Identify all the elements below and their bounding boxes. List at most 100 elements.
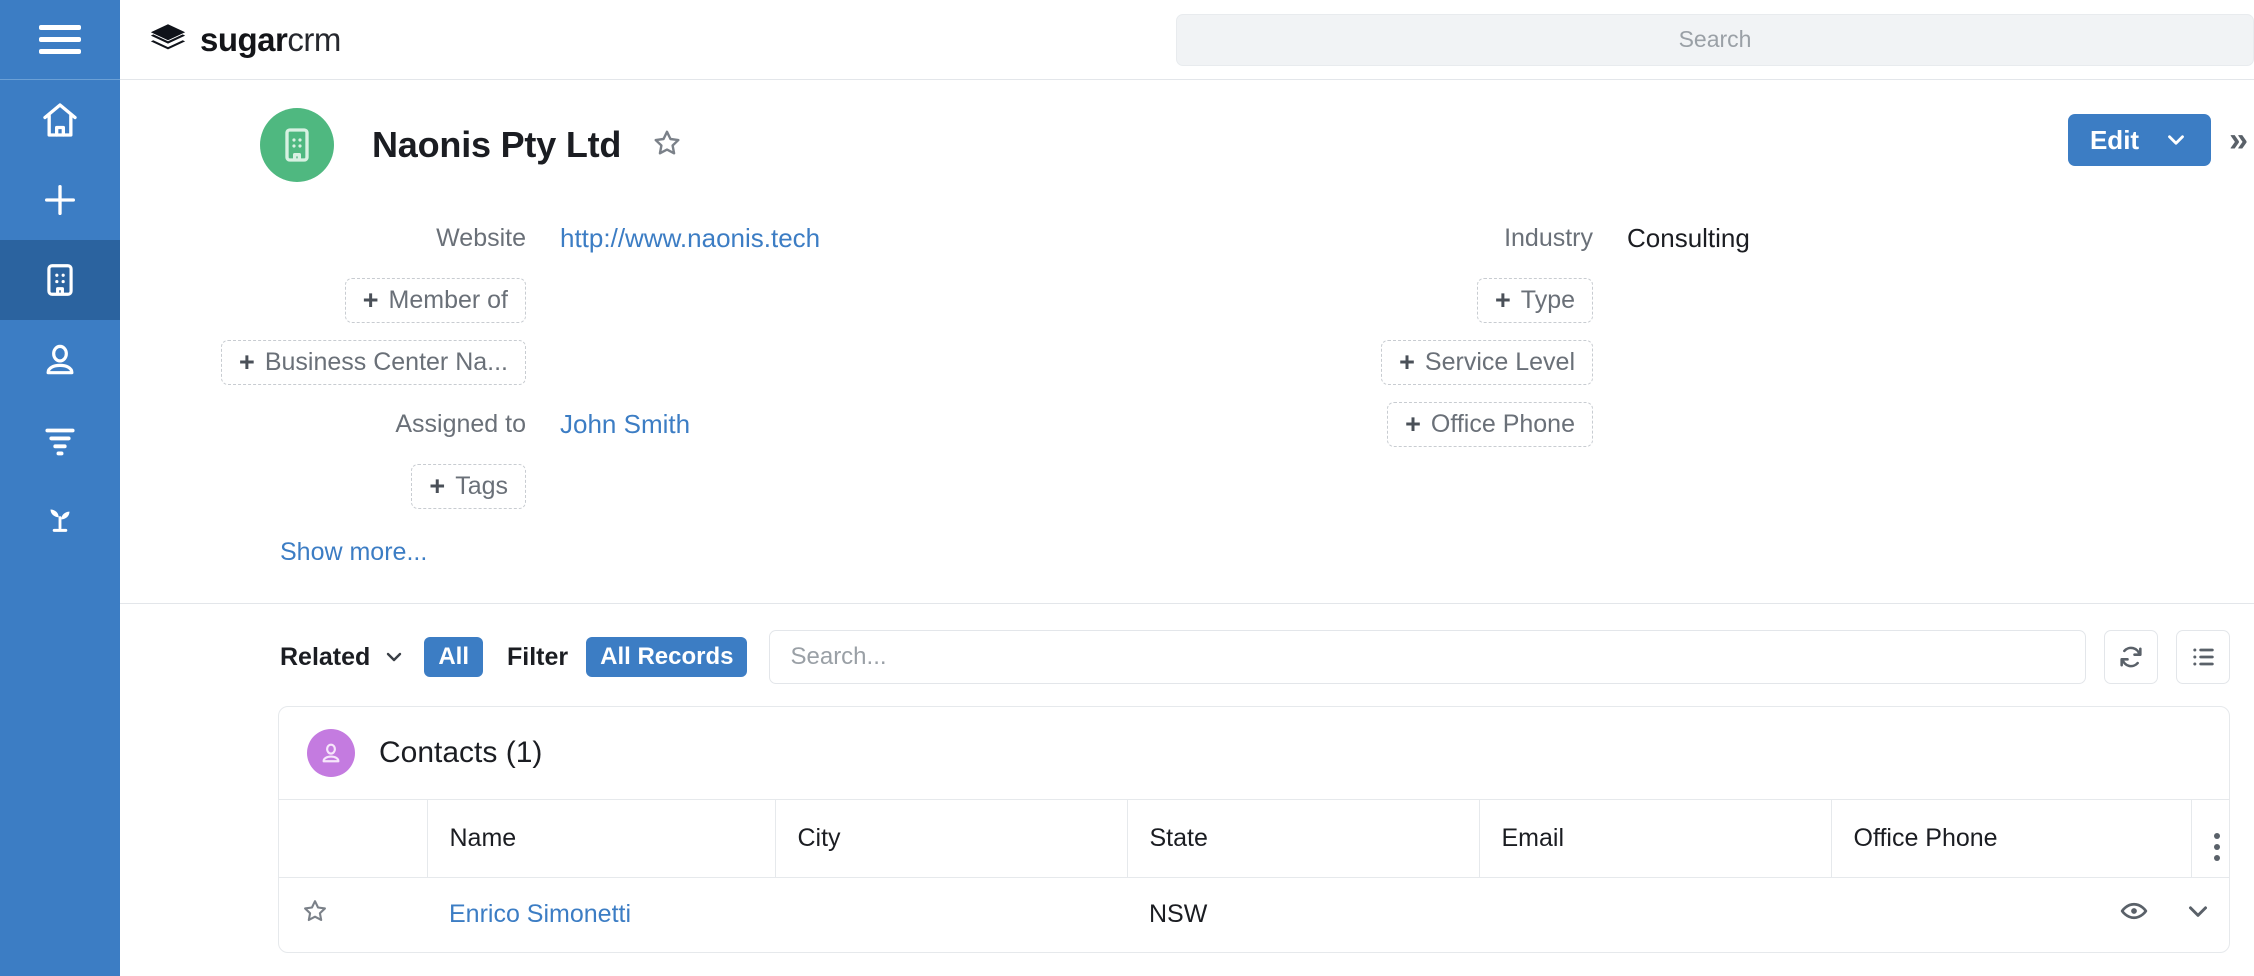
sidebar-item-leads[interactable] — [0, 400, 120, 480]
row-actions — [2120, 896, 2225, 933]
favorite-star-icon[interactable] — [651, 127, 683, 164]
table-row[interactable]: Enrico Simonetti NSW — [279, 877, 2229, 952]
add-member-of-button[interactable]: + Member of — [344, 277, 526, 323]
table-header-row: Name City State Email Office Phone — [279, 799, 2229, 878]
sidebar-item-home[interactable] — [0, 80, 120, 160]
sidebar-item-accounts[interactable] — [0, 240, 120, 320]
col-header-state[interactable]: State — [1127, 799, 1480, 878]
industry-value: Consulting — [1627, 222, 1750, 253]
contacts-table: Name City State Email Office Phone Enric… — [279, 799, 2229, 952]
cell-state: NSW — [1127, 877, 1479, 952]
main-region: sugarcrm Search Naonis Pty Ltd Edit » We… — [120, 0, 2254, 976]
contacts-panel-title: Contacts (1) — [379, 736, 543, 769]
hamburger-icon — [39, 18, 81, 61]
primary-sidebar — [0, 0, 120, 976]
sidebar-item-opportunities[interactable] — [0, 480, 120, 560]
cell-email — [1479, 877, 1831, 952]
col-header-name[interactable]: Name — [427, 799, 776, 878]
contacts-panel-header: Contacts (1) — [279, 707, 2229, 799]
list-icon — [2193, 648, 2214, 666]
field-placeholder-wrap: + Member of — [120, 277, 560, 323]
sidebar-item-create[interactable] — [0, 160, 120, 240]
sidebar-item-contacts[interactable] — [0, 320, 120, 400]
record-title-wrap: Naonis Pty Ltd — [372, 108, 683, 182]
plus-icon — [45, 185, 76, 215]
plus-icon: + — [362, 284, 379, 315]
global-header: sugarcrm — [120, 0, 2254, 80]
kebab-menu-icon[interactable] — [2213, 832, 2220, 861]
refresh-icon — [2120, 646, 2142, 668]
chevron-down-icon — [2168, 135, 2184, 145]
filter-label: Filter — [506, 642, 569, 671]
show-more-link[interactable]: Show more... — [120, 518, 2254, 567]
col-header-office-phone[interactable]: Office Phone — [1831, 799, 2192, 878]
add-business-center-name-button[interactable]: + Business Center Na... — [221, 339, 526, 385]
add-service-level-button[interactable]: + Service Level — [1381, 339, 1593, 385]
col-header-city[interactable]: City — [775, 799, 1128, 878]
building-icon — [47, 264, 73, 296]
related-toolbar: Related All Filter All Records — [120, 604, 2254, 706]
global-search-input[interactable] — [1176, 13, 2254, 66]
sidebar-item-menu-toggle[interactable] — [0, 0, 120, 80]
sugarcrm-stack-logo — [150, 23, 186, 49]
building-icon — [285, 128, 309, 162]
record-fields-left: Website http://www.naonis.tech + Member … — [120, 208, 1187, 518]
funnel-icon — [45, 428, 75, 456]
contacts-table-body: Enrico Simonetti NSW — [279, 877, 2229, 952]
field-label: Website — [436, 223, 526, 252]
field-business-center-name: + Business Center Na... — [120, 332, 1187, 392]
cell-city — [775, 877, 1127, 952]
record-header: Naonis Pty Ltd Edit » — [120, 80, 2254, 182]
field-placeholder-wrap: + Type — [1187, 277, 1627, 323]
field-website: Website http://www.naonis.tech — [120, 208, 1187, 268]
add-office-phone-button[interactable]: + Office Phone — [1387, 401, 1593, 447]
field-office-phone: + Office Phone — [1187, 394, 2254, 454]
field-placeholder-wrap: + Office Phone — [1187, 401, 1627, 447]
related-all-pill[interactable]: All — [424, 637, 483, 677]
avatar — [260, 108, 334, 182]
plus-icon: + — [429, 470, 446, 501]
field-placeholder-label: Office Phone — [1430, 409, 1575, 438]
field-placeholder-label: Member of — [388, 285, 508, 314]
double-chevron-right-icon[interactable]: » — [2229, 121, 2254, 160]
edit-button[interactable]: Edit — [2067, 114, 2212, 166]
person-icon — [322, 743, 340, 763]
add-type-button[interactable]: + Type — [1477, 277, 1593, 323]
field-label: Industry — [1504, 223, 1593, 252]
brand-text: sugarcrm — [200, 21, 341, 59]
sprout-icon — [50, 509, 70, 532]
record-fields: Website http://www.naonis.tech + Member … — [120, 182, 2254, 518]
global-search-wrap — [341, 13, 2254, 66]
cell-favorite — [279, 877, 427, 952]
field-placeholder-label: Business Center Na... — [264, 347, 508, 376]
refresh-button[interactable] — [2104, 630, 2158, 684]
edit-button-label: Edit — [2089, 124, 2140, 155]
col-header-email[interactable]: Email — [1479, 799, 1832, 878]
assigned-to-link[interactable]: John Smith — [560, 409, 690, 440]
brand-light: crm — [287, 20, 341, 58]
filter-all-records-pill[interactable]: All Records — [586, 637, 748, 677]
chevron-down-icon — [387, 652, 402, 662]
plus-icon: + — [239, 346, 255, 377]
website-link[interactable]: http://www.naonis.tech — [560, 223, 820, 254]
chevron-down-icon[interactable] — [2183, 896, 2213, 933]
sugarcrm-logo[interactable]: sugarcrm — [148, 20, 341, 60]
field-placeholder-wrap: + Service Level — [1187, 339, 1627, 385]
plus-icon: + — [1399, 346, 1415, 377]
home-icon — [43, 103, 77, 137]
field-label: Assigned to — [395, 409, 526, 438]
eye-icon[interactable] — [2119, 896, 2149, 933]
star-outline-icon[interactable] — [301, 900, 329, 931]
field-tags: + Tags — [120, 456, 1187, 516]
contact-name-link[interactable]: Enrico Simonetti — [449, 900, 631, 928]
related-search-input[interactable] — [769, 630, 2086, 684]
add-tags-button[interactable]: + Tags — [411, 463, 526, 509]
field-placeholder-label: Type — [1520, 285, 1575, 314]
plus-icon: + — [1405, 408, 1421, 439]
field-placeholder-wrap: + Business Center Na... — [120, 339, 560, 385]
cell-row-actions — [2120, 877, 2229, 952]
field-member-of: + Member of — [120, 270, 1187, 330]
related-dropdown[interactable]: Related — [280, 643, 406, 672]
contacts-avatar — [307, 729, 355, 777]
list-view-button[interactable] — [2176, 630, 2230, 684]
